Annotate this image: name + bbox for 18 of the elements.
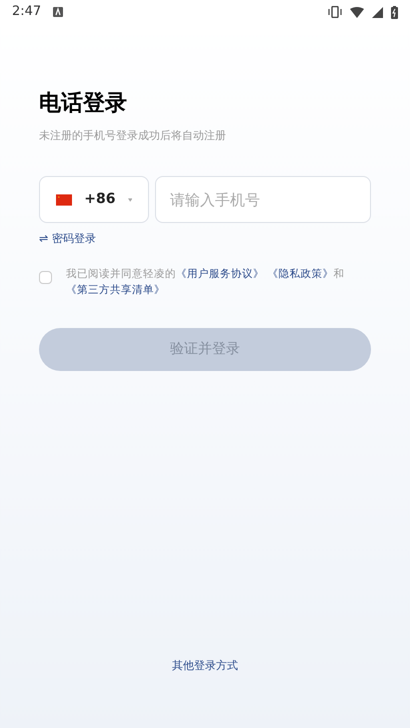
phone-input[interactable]: 请输入手机号 (155, 176, 371, 223)
dropdown-caret-icon (128, 196, 132, 202)
status-time: 2:47 (12, 3, 42, 22)
battery-icon (391, 6, 398, 18)
notification-icon (53, 7, 64, 17)
agreement-checkbox[interactable] (39, 270, 52, 284)
other-login-link[interactable]: 其他登录方式 (172, 658, 238, 674)
third-party-list-link[interactable]: 《第三方共享清单》 (66, 284, 165, 296)
wifi-icon (350, 6, 364, 18)
subtitle: 未注册的手机号登录成功后将自动注册 (39, 128, 227, 144)
password-login-link[interactable]: ⇌ 密码登录 (39, 231, 96, 248)
country-code-selector[interactable]: +86 (39, 176, 149, 223)
signal-icon (372, 6, 383, 18)
terms-link[interactable]: 《用户服务协议》 (176, 268, 264, 280)
vibrate-icon (328, 6, 342, 18)
agreement-text: 我已阅读并同意轻凌的《用户服务协议》 《隐私政策》和 《第三方共享清单》 (65, 266, 346, 298)
privacy-link[interactable]: 《隐私政策》 (267, 268, 334, 280)
page-title: 电话登录 (39, 90, 128, 118)
